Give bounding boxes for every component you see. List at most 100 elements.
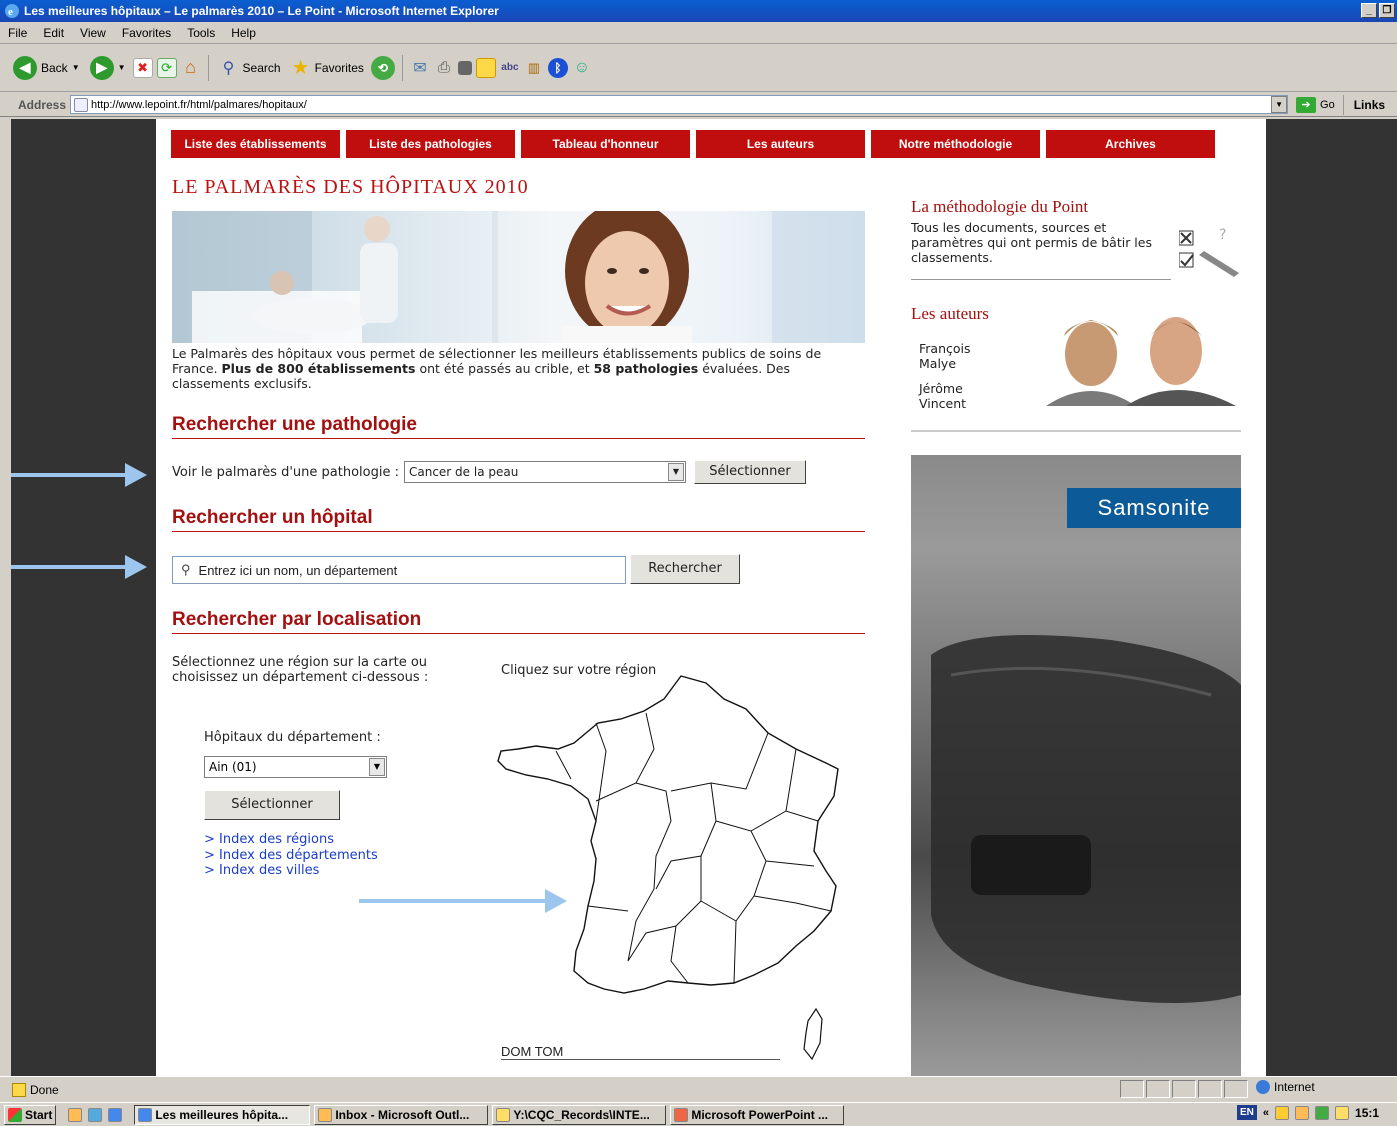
methodologie-text: Tous les documents, sources et paramètre… bbox=[911, 220, 1152, 265]
window-titlebar: e Les meilleures hôpitaux – Le palmarès … bbox=[0, 0, 1397, 22]
annotation-arrowhead bbox=[545, 889, 567, 913]
hopital-search-input[interactable]: ⚲ Entrez ici un nom, un département bbox=[172, 556, 626, 584]
taskbar-item-label: Inbox - Microsoft Outl... bbox=[335, 1107, 470, 1122]
nav-auteurs[interactable]: Les auteurs bbox=[696, 130, 865, 158]
warning-icon bbox=[12, 1082, 26, 1097]
status-panel bbox=[1224, 1080, 1248, 1098]
ie-icon bbox=[138, 1107, 153, 1122]
nav-tableau-honneur[interactable]: Tableau d'honneur bbox=[521, 130, 690, 158]
back-button[interactable]: ◀ Back ▼ bbox=[10, 55, 83, 80]
messenger-icon[interactable]: ☺ bbox=[572, 58, 592, 78]
nav-pathologies[interactable]: Liste des pathologies bbox=[346, 130, 515, 158]
status-panels bbox=[1120, 1080, 1248, 1098]
bluetooth-icon[interactable]: ᛒ bbox=[547, 57, 568, 78]
annotation-arrow-hopital bbox=[11, 565, 129, 569]
methodologie-title[interactable]: La méthodologie du Point bbox=[911, 197, 1241, 217]
menu-help[interactable]: Help bbox=[223, 26, 264, 40]
menu-view[interactable]: View bbox=[72, 26, 114, 40]
departement-label: Hôpitaux du département : bbox=[204, 730, 381, 745]
author1-first-name: François bbox=[919, 341, 971, 356]
address-input[interactable]: http://www.lepoint.fr/html/palmares/hopi… bbox=[70, 95, 1289, 114]
taskbar-item-ie[interactable]: Les meilleures hôpita... bbox=[134, 1104, 311, 1125]
pathologie-select[interactable]: Cancer de la peau ▼ bbox=[403, 461, 686, 483]
status-panel bbox=[1198, 1080, 1222, 1098]
menu-bar: File Edit View Favorites Tools Help bbox=[0, 22, 1397, 44]
powerpoint-icon bbox=[674, 1107, 689, 1122]
home-icon[interactable]: ⌂ bbox=[181, 57, 201, 78]
history-icon[interactable]: ⟲ bbox=[370, 55, 395, 80]
browser-viewport: Liste des établissements Liste des patho… bbox=[11, 119, 1397, 1076]
advertisement-banner[interactable]: Samsonite bbox=[911, 455, 1241, 1076]
back-arrow-icon: ◀ bbox=[13, 55, 37, 80]
quicklaunch-desktop-icon[interactable] bbox=[88, 1107, 103, 1122]
print-icon[interactable]: ⎙ bbox=[434, 58, 454, 78]
language-indicator[interactable]: EN bbox=[1237, 1105, 1257, 1120]
france-map[interactable] bbox=[496, 671, 856, 1071]
link-index-departements[interactable]: > Index des départements bbox=[204, 848, 378, 864]
checklist-icon: ? bbox=[1179, 227, 1239, 277]
network-icon[interactable] bbox=[1315, 1105, 1330, 1120]
nav-methodologie[interactable]: Notre méthodologie bbox=[871, 130, 1040, 158]
author-jerome-vincent[interactable]: Jérôme Vincent bbox=[919, 381, 966, 411]
menu-edit[interactable]: Edit bbox=[35, 26, 72, 40]
corse-region[interactable] bbox=[803, 1007, 823, 1061]
search-button[interactable]: ⚲ Search bbox=[216, 58, 284, 78]
departement-select[interactable]: Ain (01) ▼ bbox=[204, 756, 387, 778]
quicklaunch-ie-icon[interactable] bbox=[108, 1107, 123, 1122]
taskbar-item-powerpoint[interactable]: Microsoft PowerPoint ... bbox=[670, 1104, 845, 1125]
lock-icon[interactable] bbox=[1275, 1105, 1290, 1120]
restore-icon[interactable]: ❐ bbox=[1379, 3, 1395, 18]
intro-part-2: ont été passés au crible, et bbox=[415, 361, 594, 376]
intro-bold-etablissements: Plus de 800 établissements bbox=[221, 361, 416, 376]
zone-label: Internet bbox=[1274, 1080, 1315, 1094]
back-dropdown-icon[interactable]: ▼ bbox=[72, 63, 80, 72]
address-dropdown-icon[interactable]: ▼ bbox=[1271, 96, 1288, 113]
nav-etablissements[interactable]: Liste des établissements bbox=[171, 130, 340, 158]
note-icon[interactable] bbox=[475, 57, 496, 78]
back-label: Back bbox=[41, 60, 68, 75]
index-links: > Index des régions > Index des départem… bbox=[204, 832, 378, 879]
research-icon[interactable]: ▥ bbox=[524, 58, 544, 78]
users-icon[interactable] bbox=[1335, 1105, 1350, 1120]
author-francois-malye[interactable]: François Malye bbox=[919, 341, 971, 371]
toolbar-divider bbox=[207, 54, 209, 81]
rechercher-button[interactable]: Rechercher bbox=[630, 554, 740, 584]
start-button[interactable]: Start bbox=[4, 1104, 57, 1125]
status-panel bbox=[1146, 1080, 1170, 1098]
departement-selected: Ain (01) bbox=[209, 760, 257, 774]
taskbar-item-outlook[interactable]: Inbox - Microsoft Outl... bbox=[314, 1104, 489, 1125]
pathologie-select-button[interactable]: Sélectionner bbox=[693, 460, 806, 484]
links-button[interactable]: Links bbox=[1342, 94, 1385, 115]
mail-icon[interactable]: ✉ bbox=[410, 58, 430, 78]
departement-select-button[interactable]: Sélectionner bbox=[204, 790, 340, 820]
refresh-icon[interactable]: ⟳ bbox=[156, 57, 177, 78]
quicklaunch-outlook-icon[interactable] bbox=[68, 1107, 83, 1122]
spellcheck-icon[interactable]: abc bbox=[500, 58, 520, 78]
taskbar-item-label: Les meilleures hôpita... bbox=[155, 1107, 289, 1122]
tray-outlook-icon[interactable] bbox=[1295, 1105, 1310, 1120]
go-button[interactable]: ➔ Go bbox=[1288, 96, 1343, 113]
forward-button[interactable]: ▶ ▼ bbox=[87, 55, 129, 80]
menu-favorites[interactable]: Favorites bbox=[114, 26, 179, 40]
menu-tools[interactable]: Tools bbox=[179, 26, 223, 40]
favorites-button[interactable]: ★ Favorites bbox=[288, 57, 367, 79]
minimize-icon[interactable]: _ bbox=[1361, 3, 1377, 18]
browser-toolbar: ◀ Back ▼ ▶ ▼ ✖ ⟳ ⌂ ⚲ Search ★ Favorites … bbox=[0, 44, 1397, 92]
stop-icon[interactable]: ✖ bbox=[132, 57, 153, 78]
samsonite-logo: Samsonite bbox=[1067, 488, 1241, 528]
taskbar-item-folder[interactable]: Y:\CQC_Records\INTE... bbox=[492, 1104, 667, 1125]
author1-last-name: Malye bbox=[919, 356, 957, 371]
domtom-link[interactable]: DOM TOM bbox=[501, 1044, 780, 1060]
taskbar-item-label: Y:\CQC_Records\INTE... bbox=[513, 1107, 650, 1122]
link-index-regions[interactable]: > Index des régions bbox=[204, 832, 378, 848]
tray-expand-icon[interactable]: « bbox=[1263, 1107, 1269, 1119]
windows-taskbar: Start Les meilleures hôpita... Inbox - M… bbox=[0, 1102, 1397, 1126]
link-index-villes[interactable]: > Index des villes bbox=[204, 863, 378, 879]
svg-text:e: e bbox=[8, 6, 13, 18]
edit-icon[interactable] bbox=[457, 60, 472, 75]
author2-first-name: Jérôme bbox=[919, 381, 963, 396]
nav-archives[interactable]: Archives bbox=[1046, 130, 1215, 158]
localisation-instructions: Sélectionnez une région sur la carte ou … bbox=[172, 655, 428, 685]
menu-file[interactable]: File bbox=[0, 26, 35, 40]
forward-dropdown-icon[interactable]: ▼ bbox=[118, 63, 126, 72]
